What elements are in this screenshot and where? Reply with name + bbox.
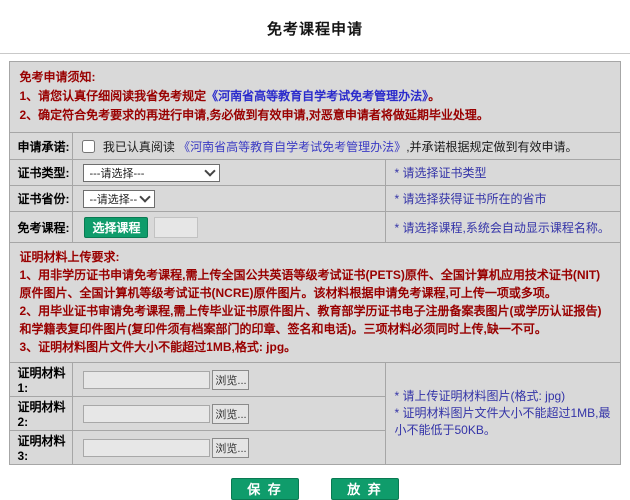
upload-requirements-heading: 证明材料上传要求: [19,248,610,266]
notice-item-1-period: 。 [428,89,440,103]
action-bar: 保 存 放 弃 [0,478,630,500]
chevron-down-icon [140,191,151,202]
notice-row: 免考申请须知: 1、请您认真仔细阅读我省免考规定《河南省高等教育自学考试免考管理… [10,62,620,133]
material-2-browse-button[interactable]: 浏览... [212,404,249,424]
notice-item-1: 1、请您认真仔细阅读我省免考规定《河南省高等教育自学考试免考管理办法》。 [19,87,610,106]
application-form-panel: 免考申请须知: 1、请您认真仔细阅读我省免考规定《河南省高等教育自学考试免考管理… [9,61,620,465]
cert-type-select[interactable]: ---请选择--- [83,164,220,182]
cert-province-select-value: --请选择-- [89,191,137,207]
cert-province-select[interactable]: --请选择-- [83,190,155,208]
chevron-down-icon [205,165,216,176]
course-code-box [154,217,198,238]
commitment-text-prefix: 我已认真阅读 [103,140,178,154]
exempt-course-hint: * 请选择课程,系统会自动显示课程名称。 [386,212,620,243]
exempt-course-row: 免考课程: 选择课程 * 请选择课程,系统会自动显示课程名称。 [10,212,620,243]
exempt-course-label: 免考课程: [10,212,73,243]
commitment-text-suffix: ,并承诺根据规定做到有效申请。 [406,140,577,154]
cert-type-hint: * 请选择证书类型 [386,160,620,186]
material-3-label: 证明材料3: [10,431,73,465]
material-3-browse-button[interactable]: 浏览... [212,438,249,458]
commitment-regulation-link[interactable]: 《河南省高等教育自学考试免考管理办法》 [178,140,406,154]
commitment-row: 申请承诺: 我已认真阅读 《河南省高等教育自学考试免考管理办法》,并承诺根据规定… [10,133,620,160]
commitment-checkbox[interactable] [82,140,95,153]
material-2-file-field[interactable] [83,405,210,423]
cert-province-label: 证书省份: [10,186,73,212]
cert-province-row: 证书省份: --请选择-- * 请选择获得证书所在的省市 [10,186,620,212]
cert-province-hint: * 请选择获得证书所在的省市 [386,186,620,212]
upload-requirements-block: 证明材料上传要求: 1、用非学历证书申请免考课程,需上传全国公共英语等级考试证书… [10,243,620,363]
material-1-browse-button[interactable]: 浏览... [212,370,249,390]
commitment-cell: 我已认真阅读 《河南省高等教育自学考试免考管理办法》,并承诺根据规定做到有效申请… [73,133,620,160]
material-1-file-field[interactable] [83,371,210,389]
commitment-label: 申请承诺: [10,133,73,160]
upload-requirements-item-3: 3、证明材料图片文件大小不能超过1MB,格式: jpg。 [19,338,610,356]
title-divider [0,53,630,54]
choose-course-button[interactable]: 选择课程 [84,217,148,238]
notice-item-2: 2、确定符合免考要求的再进行申请,务必做到有效申请,对恶意申请者将做延期毕业处理… [19,106,610,125]
materials-hint-line-1: * 请上传证明材料图片(格式: jpg) [394,388,613,405]
material-1-label: 证明材料1: [10,363,73,397]
page-title: 免考课程申请 [0,0,630,53]
cancel-button[interactable]: 放 弃 [331,478,399,500]
cert-type-row: 证书类型: ---请选择--- * 请选择证书类型 [10,160,620,186]
notice-block: 免考申请须知: 1、请您认真仔细阅读我省免考规定《河南省高等教育自学考试免考管理… [10,62,620,133]
material-1-row: 证明材料1: 浏览... * 请上传证明材料图片(格式: jpg) * 证明材料… [10,363,620,397]
materials-hint-line-2: * 证明材料图片文件大小不能超过1MB,最小不能低于50KB。 [394,405,613,439]
upload-requirements-item-2: 2、用毕业证书审请免考课程,需上传毕业证书原件图片、教育部学历证书电子注册备案表… [19,302,610,338]
upload-requirements-row: 证明材料上传要求: 1、用非学历证书申请免考课程,需上传全国公共英语等级考试证书… [10,243,620,363]
material-2-label: 证明材料2: [10,397,73,431]
cert-type-select-value: ---请选择--- [89,165,144,181]
save-button[interactable]: 保 存 [231,478,299,500]
notice-item-1-text: 1、请您认真仔细阅读我省免考规定 [19,89,206,103]
materials-hint-block: * 请上传证明材料图片(格式: jpg) * 证明材料图片文件大小不能超过1MB… [386,363,620,465]
regulation-link[interactable]: 《河南省高等教育自学考试免考管理办法》 [206,89,428,103]
notice-heading: 免考申请须知: [19,68,610,87]
cert-type-label: 证书类型: [10,160,73,186]
upload-requirements-item-1: 1、用非学历证书申请免考课程,需上传全国公共英语等级考试证书(PETS)原件、全… [19,266,610,302]
material-3-file-field[interactable] [83,439,210,457]
